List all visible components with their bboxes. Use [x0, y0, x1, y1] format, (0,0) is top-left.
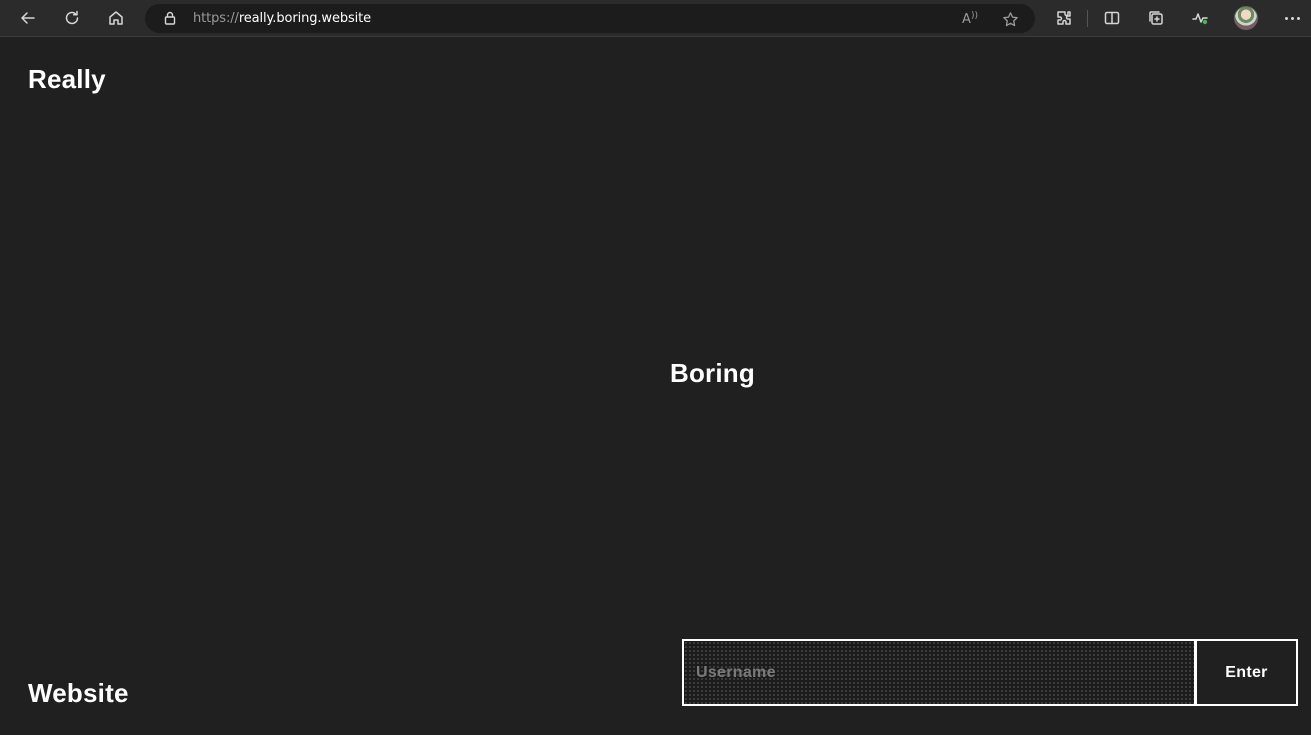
extensions-button[interactable] — [1049, 4, 1079, 32]
browser-toolbar: https://really.boring.website A)) — [0, 0, 1311, 37]
login-form: Enter — [682, 639, 1298, 706]
address-bar[interactable]: https://really.boring.website A)) — [145, 4, 1035, 33]
lock-icon[interactable] — [162, 10, 178, 26]
back-button[interactable] — [13, 4, 43, 32]
url-host: really.boring.website — [238, 11, 372, 26]
heading-website: Website — [28, 678, 129, 708]
home-button[interactable] — [101, 4, 131, 32]
browser-essentials-button[interactable] — [1185, 4, 1215, 32]
extensions-icon — [1057, 11, 1071, 25]
read-aloud-icon[interactable]: A)) — [958, 8, 982, 30]
browser-essentials-icon — [1192, 13, 1208, 25]
home-icon — [109, 11, 123, 25]
heading-really: Really — [28, 64, 106, 94]
back-arrow-icon — [21, 12, 35, 24]
username-input[interactable] — [682, 639, 1196, 706]
favorite-star-icon[interactable] — [998, 8, 1022, 30]
toolbar-divider — [1087, 10, 1088, 27]
heading-boring: Boring — [670, 358, 755, 388]
split-screen-icon — [1104, 11, 1120, 25]
refresh-icon — [65, 10, 79, 25]
collections-icon — [1149, 11, 1163, 25]
url-scheme: https:// — [193, 11, 239, 26]
more-options-icon[interactable] — [1280, 4, 1304, 32]
enter-button[interactable]: Enter — [1195, 639, 1298, 706]
collections-button[interactable] — [1141, 4, 1171, 32]
page-content: Really Boring Website Enter — [0, 38, 1311, 735]
split-screen-button[interactable] — [1097, 4, 1127, 32]
profile-avatar[interactable] — [1234, 6, 1258, 30]
url-text[interactable]: https://really.boring.website — [193, 11, 371, 26]
refresh-button[interactable] — [57, 4, 87, 32]
